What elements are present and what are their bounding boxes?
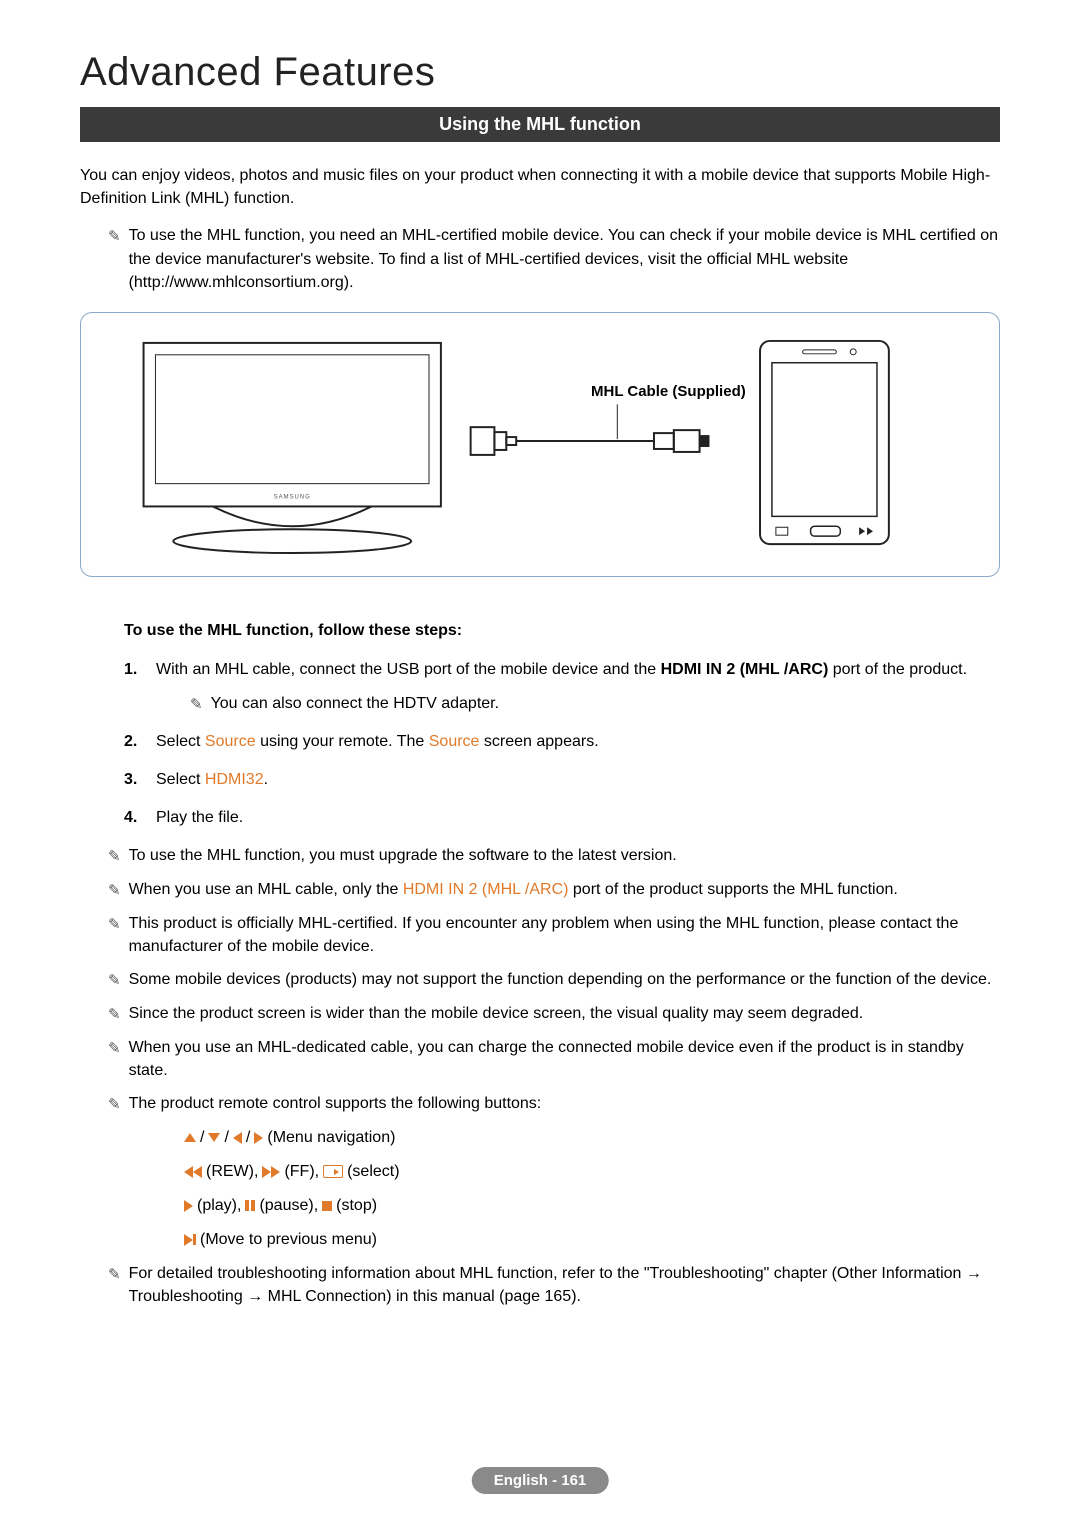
note-icon: ✎: [108, 880, 121, 902]
step-text: Select HDMI32.: [156, 768, 268, 792]
remote-playback-line: (play), (pause), (stop): [184, 1194, 1000, 1218]
arrow-up-icon: [184, 1133, 196, 1142]
note-icon: ✎: [108, 970, 121, 992]
arrow-down-icon: [208, 1133, 220, 1142]
arrow-left-icon: [233, 1132, 242, 1144]
t: (REW),: [206, 1160, 258, 1184]
note-icon: ✎: [108, 1004, 121, 1026]
keyword-hdmi32: HDMI32: [205, 771, 264, 788]
t: .: [264, 771, 268, 788]
back-icon: [184, 1234, 196, 1246]
note-text: This product is officially MHL-certified…: [129, 912, 1000, 958]
step-text: Select Source using your remote. The Sou…: [156, 730, 599, 754]
top-note-text: To use the MHL function, you need an MHL…: [129, 224, 1000, 294]
remote-nav-line: / / / (Menu navigation): [184, 1126, 1000, 1150]
note-icon: ✎: [108, 1264, 121, 1308]
steps-list: 1. With an MHL cable, connect the USB po…: [80, 658, 1000, 831]
note-icon: ✎: [108, 1094, 121, 1116]
pause-icon: [245, 1200, 255, 1211]
note-icon: ✎: [108, 914, 121, 958]
t: (stop): [336, 1194, 377, 1218]
note-item: ✎ Some mobile devices (products) may not…: [108, 968, 1000, 992]
note-text: Some mobile devices (products) may not s…: [129, 968, 992, 992]
note-icon: ✎: [108, 1038, 121, 1082]
fast-forward-icon: [262, 1166, 280, 1178]
step-4: 4. Play the file.: [124, 806, 1000, 830]
note-text: To use the MHL function, you must upgrad…: [129, 844, 677, 868]
note-item: ✎ For detailed troubleshooting informati…: [108, 1262, 1000, 1308]
top-note: ✎ To use the MHL function, you need an M…: [80, 224, 1000, 294]
t: using your remote. The: [256, 733, 429, 750]
note-item: ✎ The product remote control supports th…: [108, 1092, 1000, 1116]
note-item: ✎ When you use an MHL-dedicated cable, y…: [108, 1036, 1000, 1082]
step-number: 1.: [124, 658, 146, 717]
note-text: The product remote control supports the …: [129, 1092, 542, 1116]
note-icon: ✎: [108, 846, 121, 868]
t: Select: [156, 733, 205, 750]
keyword-hdmi-port: HDMI IN 2 (MHL /ARC): [403, 881, 569, 898]
note-text: Since the product screen is wider than t…: [129, 1002, 864, 1026]
note-item: ✎ This product is officially MHL-certifi…: [108, 912, 1000, 958]
note-text: When you use an MHL-dedicated cable, you…: [129, 1036, 1000, 1082]
t: (pause),: [259, 1194, 318, 1218]
sep: /: [246, 1126, 250, 1150]
remote-back-line: (Move to previous menu): [184, 1228, 1000, 1252]
note-item: ✎ To use the MHL function, you must upgr…: [108, 844, 1000, 868]
remote-transport-line: (REW), (FF), (select): [184, 1160, 1000, 1184]
note-item: ✎ When you use an MHL cable, only the HD…: [108, 878, 1000, 902]
sep: /: [200, 1126, 204, 1150]
step-2: 2. Select Source using your remote. The …: [124, 730, 1000, 754]
arrow-right-icon: [254, 1132, 263, 1144]
diagram-svg: SAMSUNG: [101, 333, 979, 556]
rewind-icon: [184, 1166, 202, 1178]
steps-heading: To use the MHL function, follow these st…: [124, 622, 1000, 640]
t: (select): [347, 1160, 399, 1184]
t: screen appears.: [479, 733, 598, 750]
play-icon: [184, 1200, 193, 1212]
stop-icon: [322, 1201, 332, 1211]
step-1-subnote: ✎ You can also connect the HDTV adapter.: [156, 692, 967, 717]
final-note-text: For detailed troubleshooting information…: [129, 1262, 1000, 1308]
remote-buttons-list: / / / (Menu navigation) (REW), (FF), (se…: [108, 1126, 1000, 1252]
step-1-bold: HDMI IN 2 (MHL /ARC): [661, 661, 829, 678]
step-number: 3.: [124, 768, 146, 792]
keyword-source: Source: [205, 733, 256, 750]
step-number: 4.: [124, 806, 146, 830]
t: (play),: [197, 1194, 241, 1218]
connection-diagram: MHL Cable (Supplied) SAMSUNG: [80, 312, 1000, 577]
sep: /: [224, 1126, 228, 1150]
step-text: With an MHL cable, connect the USB port …: [156, 658, 967, 717]
page-footer: English - 161: [472, 1467, 609, 1494]
remote-nav-label: (Menu navigation): [267, 1126, 395, 1150]
notes-list: ✎ To use the MHL function, you must upgr…: [80, 844, 1000, 1308]
cable-label: MHL Cable (Supplied): [591, 383, 746, 400]
t: (FF),: [284, 1160, 319, 1184]
select-icon: [323, 1165, 343, 1178]
t: When you use an MHL cable, only the: [129, 881, 403, 898]
tv-brand-text: SAMSUNG: [274, 494, 311, 500]
step-1: 1. With an MHL cable, connect the USB po…: [124, 658, 1000, 717]
t: Select: [156, 771, 205, 788]
section-title-bar: Using the MHL function: [80, 107, 1000, 142]
keyword-source: Source: [429, 733, 480, 750]
step-text: Play the file.: [156, 806, 243, 830]
step-number: 2.: [124, 730, 146, 754]
step-1-pre: With an MHL cable, connect the USB port …: [156, 661, 661, 678]
note-item: ✎ Since the product screen is wider than…: [108, 1002, 1000, 1026]
note-text: When you use an MHL cable, only the HDMI…: [129, 878, 898, 902]
step-3: 3. Select HDMI32.: [124, 768, 1000, 792]
step-1-post: port of the product.: [828, 661, 967, 678]
intro-paragraph: You can enjoy videos, photos and music f…: [80, 164, 1000, 210]
step-1-subnote-text: You can also connect the HDTV adapter.: [211, 692, 499, 717]
chapter-title: Advanced Features: [80, 50, 1000, 95]
note-icon: ✎: [108, 226, 121, 294]
note-icon: ✎: [190, 694, 203, 717]
t: port of the product supports the MHL fun…: [568, 881, 897, 898]
t: (Move to previous menu): [200, 1228, 377, 1252]
